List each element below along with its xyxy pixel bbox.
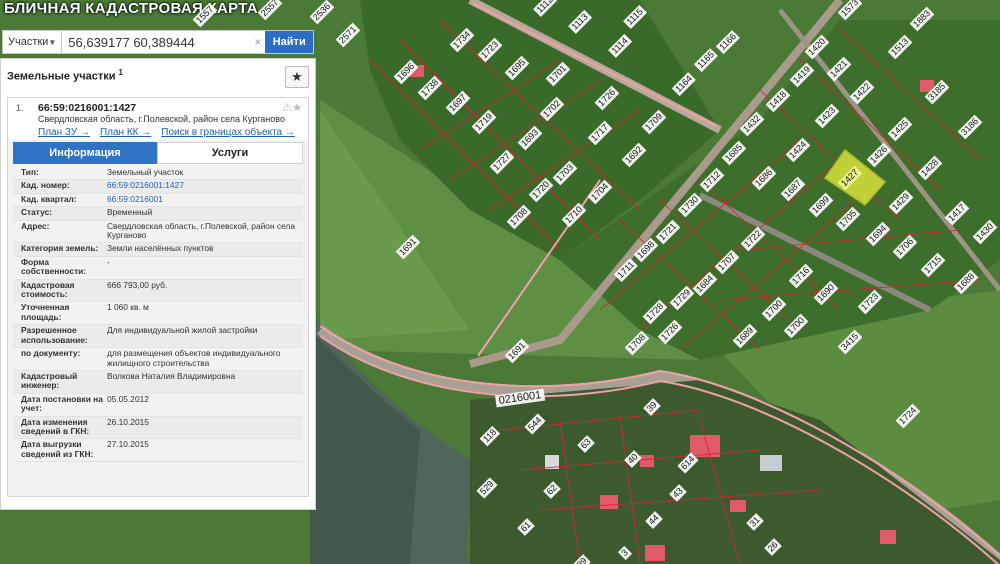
star-icon: ★ — [291, 69, 303, 84]
panel-title-count: 1 — [118, 67, 123, 77]
info-row-value: - — [107, 256, 110, 267]
tab-info[interactable]: Информация — [13, 142, 157, 164]
clear-icon[interactable]: × — [250, 31, 265, 53]
info-row: Дата изменения сведений в ГКН: 26.10.2015 — [13, 416, 303, 440]
info-row-value: для размещения объектов индивидуального … — [107, 348, 281, 368]
info-row-key: Форма собственности: — [21, 256, 87, 277]
info-row-value: 27.10.2015 — [107, 439, 149, 450]
item-index: 1. — [16, 103, 24, 113]
info-row-value: Свердловская область, г.Полевской, район… — [107, 220, 296, 241]
info-row-key: Категория земель: — [21, 243, 99, 254]
parcel-address: Свердловская область, г.Полевской, район… — [38, 114, 285, 124]
info-table: Тип: Земельный участок Кад. номер: 66:59:02… — [13, 167, 303, 463]
info-row-value[interactable]: 66:59:0216001 — [107, 194, 303, 204]
info-row: Адрес: Свердловская область, г.Полевской,… — [13, 220, 303, 244]
plan-zu-link[interactable]: План ЗУ → — [38, 127, 90, 138]
info-row: Кадастровая стоимость: 666 793,00 руб. — [13, 279, 303, 303]
info-row: Уточненная площадь: 1 060 кв. м — [13, 302, 303, 326]
search-bar: Участки ▼ × Найти — [2, 30, 314, 54]
parcel-cad-number: 66:59:0216001:1427 — [38, 102, 137, 114]
info-row: по документу: для размещения объектов инд… — [13, 348, 303, 371]
info-row-value: 1 060 кв. м — [107, 302, 149, 313]
search-in-bounds-link[interactable]: Поиск в границах объекта → — [161, 127, 295, 138]
info-row-value: Земли населённых пунктов — [107, 243, 214, 254]
info-row: Форма собственности: - — [13, 256, 303, 280]
info-row: Тип: Земельный участок — [13, 167, 303, 181]
info-row: Статус: Временный — [13, 207, 303, 221]
info-row: Кад. квартал: 66:59:0216001 — [13, 193, 303, 208]
info-row-key: Тип: — [21, 167, 39, 177]
info-row-key: Дата выгрузки сведений из ГКН: — [21, 439, 94, 459]
map-title: БЛИЧНАЯ КАДАСТРОВАЯ КАРТА — [4, 0, 258, 17]
info-row-key: Кад. номер: — [21, 180, 70, 191]
search-type-label: Участки — [8, 36, 49, 48]
chevron-down-icon: ▼ — [48, 37, 57, 47]
info-row-value: Земельный участок — [107, 167, 184, 177]
info-row-key: Разрешенное использование: — [21, 325, 88, 345]
info-row-value: 05.05.2012 — [107, 393, 149, 404]
parcel-card: 1. ⚠★ 66:59:0216001:1427 Свердловская об… — [7, 97, 309, 497]
info-panel: Земельные участки 1 ★ 1. ⚠★ 66:59:021600… — [0, 58, 316, 510]
search-type-select[interactable]: Участки ▼ — [3, 31, 63, 53]
search-input[interactable] — [62, 31, 251, 53]
info-row-key: Кад. квартал: — [21, 193, 77, 204]
info-row: Дата постановки на учет: 05.05.2012 — [13, 393, 303, 417]
info-row: Кад. номер: 66:59:0216001:1427 — [13, 180, 303, 194]
info-row-key: Дата изменения сведений в ГКН: — [21, 416, 90, 436]
info-row-key: Кадастровый инженер: — [21, 370, 78, 391]
tab-services[interactable]: Услуги — [157, 142, 303, 164]
info-row: Дата выгрузки сведений из ГКН: 27.10.2015 — [13, 439, 303, 463]
info-row: Категория земель: Земли населённых пункто… — [13, 243, 303, 257]
info-row-value: Для индивидуальной жилой застройки — [107, 325, 258, 336]
info-row-key: Статус: — [21, 207, 53, 218]
info-row-key: Уточненная площадь: — [21, 302, 70, 322]
info-row-key: Адрес: — [21, 220, 50, 231]
tabs: Информация Услуги — [13, 142, 303, 164]
search-button[interactable]: Найти — [265, 31, 313, 53]
info-row: Кадастровый инженер: Волкова Наталия Влад… — [13, 370, 303, 394]
info-row-key: по документу: — [21, 348, 81, 359]
info-row-value: 666 793,00 руб. — [107, 279, 168, 290]
info-row-value: Временный — [107, 207, 153, 218]
favorite-star-button[interactable]: ★ — [285, 66, 309, 88]
info-row-value: 26.10.2015 — [107, 416, 149, 427]
info-row-key: Кадастровая стоимость: — [21, 279, 75, 300]
warning-star-icons[interactable]: ⚠★ — [282, 101, 302, 114]
panel-title: Земельные участки 1 — [7, 67, 123, 83]
info-row-value: Волкова Наталия Владимировна — [107, 370, 236, 381]
info-row-key: Дата постановки на учет: — [21, 393, 103, 414]
info-row: Разрешенное использование: Для индивидуал… — [13, 325, 303, 349]
info-row-value[interactable]: 66:59:0216001:1427 — [107, 180, 303, 190]
plan-kk-link[interactable]: План КК → — [100, 127, 151, 138]
